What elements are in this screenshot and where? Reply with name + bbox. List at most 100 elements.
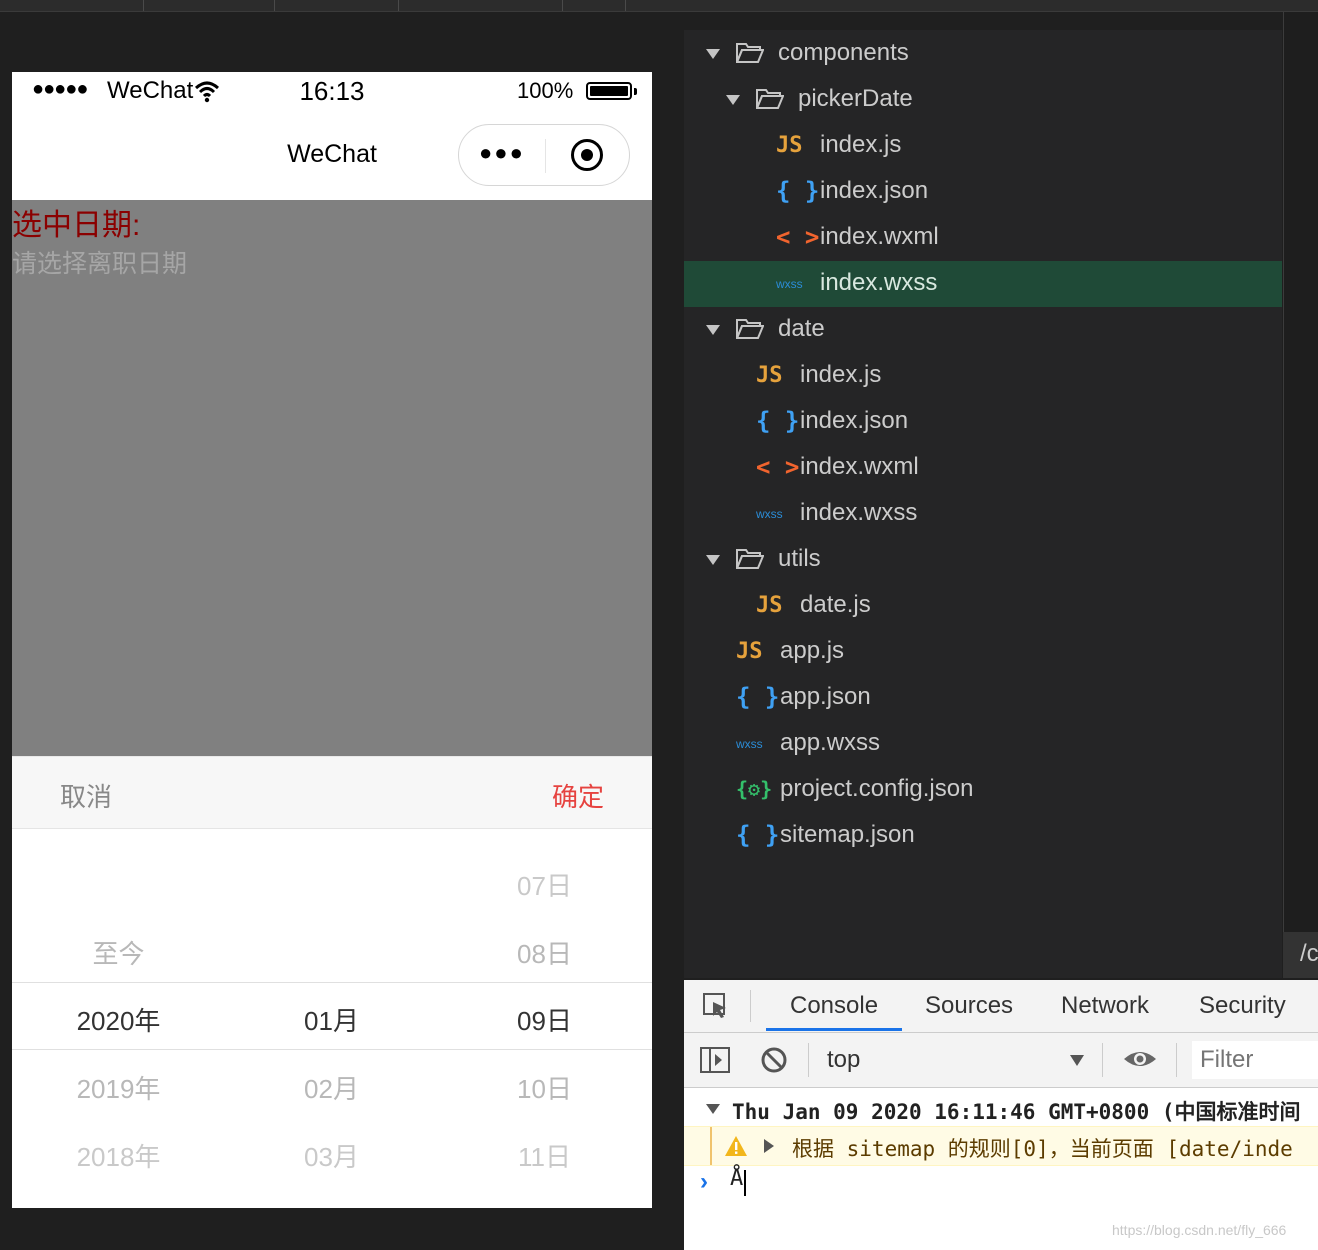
active-tab-indicator: [766, 1028, 902, 1031]
file-name: index.json: [820, 177, 929, 204]
tree-folder-row[interactable]: components: [684, 31, 1282, 77]
page-content: 选中日期: 请选择离职日期: [12, 200, 652, 756]
tree-file-row[interactable]: < > index.wxml: [684, 215, 1282, 261]
tree-file-row[interactable]: < > index.wxml: [684, 445, 1282, 491]
warning-message: 根据 sitemap 的规则[0]，当前页面 [date/inde: [792, 1137, 1293, 1161]
capsule-divider: [545, 139, 546, 173]
tree-file-row[interactable]: { } app.json: [684, 675, 1282, 721]
expand-caret-icon[interactable]: [726, 95, 740, 105]
folder-name: utils: [778, 545, 821, 572]
js-file-icon: JS: [776, 133, 803, 158]
selected-date-label: 选中日期:: [12, 209, 141, 242]
day-option[interactable]: 07日: [438, 866, 651, 903]
cancel-button[interactable]: 取消: [60, 777, 112, 814]
js-file-icon: JS: [756, 363, 783, 388]
expand-caret-icon[interactable]: [706, 555, 720, 565]
more-dots-icon[interactable]: ●●●: [479, 140, 525, 166]
tab-separator: [274, 0, 275, 11]
expand-caret-icon[interactable]: [706, 325, 720, 335]
toolbar-divider: [808, 1043, 809, 1077]
tree-folder-row[interactable]: date: [684, 307, 1282, 353]
expand-caret-icon[interactable]: [706, 49, 720, 59]
console-toolbar: top: [684, 1033, 1318, 1088]
tab-security[interactable]: Security: [1199, 992, 1286, 1020]
file-name: index.json: [800, 407, 909, 434]
clear-console-icon[interactable]: [760, 1046, 788, 1074]
tab-separator: [398, 0, 399, 11]
console-prompt-icon: ›: [700, 1168, 708, 1195]
battery-tip: [634, 88, 637, 95]
toolbar-divider: [750, 990, 751, 1022]
year-option[interactable]: 2018年: [12, 1137, 225, 1174]
folder-open-icon: [736, 549, 764, 569]
tab-sources[interactable]: Sources: [925, 992, 1013, 1020]
eye-icon[interactable]: [1122, 1047, 1158, 1071]
file-name: index.wxss: [800, 499, 918, 526]
tab-network[interactable]: Network: [1061, 992, 1149, 1020]
editor-strip-text: /c: [1300, 940, 1318, 967]
console-input[interactable]: Å: [730, 1166, 743, 1191]
tree-file-row[interactable]: wxss app.wxss: [684, 721, 1282, 767]
month-option-selected[interactable]: 01月: [225, 1001, 438, 1038]
sidebar-toggle-icon[interactable]: [700, 1047, 730, 1073]
file-name: sitemap.json: [780, 821, 915, 848]
tree-file-row[interactable]: wxss index.wxss: [684, 491, 1282, 537]
folder-name: components: [778, 39, 909, 66]
tab-separator: [143, 0, 144, 11]
date-placeholder[interactable]: 请选择离职日期: [12, 244, 187, 280]
file-explorer: components pickerDate JS index.js{ } index.j…: [684, 30, 1282, 978]
file-name: app.wxss: [780, 729, 881, 756]
folder-open-icon: [736, 43, 764, 63]
chevron-down-icon[interactable]: [1070, 1055, 1084, 1066]
json-file-icon: { }: [736, 683, 780, 711]
date-picker: 取消 确定 07日 至今 08日 2020年 01月 09日 2019年 02月…: [12, 756, 652, 1208]
inspect-element-icon[interactable]: [702, 992, 730, 1020]
month-option[interactable]: 03月: [225, 1137, 438, 1174]
file-name: index.js: [820, 131, 902, 158]
confirm-button[interactable]: 确定: [552, 777, 604, 814]
tree-file-row[interactable]: wxss index.wxss: [684, 261, 1282, 307]
year-option[interactable]: 至今: [12, 934, 225, 971]
day-option-selected[interactable]: 09日: [438, 1001, 651, 1038]
file-name: app.json: [780, 683, 871, 710]
context-selector[interactable]: top: [827, 1046, 860, 1074]
month-option[interactable]: 02月: [225, 1069, 438, 1106]
tree-file-row[interactable]: JS index.js: [684, 123, 1282, 169]
day-option[interactable]: 08日: [438, 934, 651, 971]
tree-file-row[interactable]: { } sitemap.json: [684, 813, 1282, 859]
tree-file-row[interactable]: { } index.json: [684, 169, 1282, 215]
json-file-icon: { }: [736, 821, 780, 849]
json-file-icon: { }: [756, 407, 800, 435]
json-file-icon: { }: [776, 177, 820, 205]
battery-percent: 100%: [517, 78, 574, 103]
collapse-caret-icon[interactable]: [706, 1104, 720, 1114]
tree-folder-row[interactable]: utils: [684, 537, 1282, 583]
day-option[interactable]: 10日: [438, 1069, 651, 1106]
tree-file-row[interactable]: { } index.json: [684, 399, 1282, 445]
year-option-selected[interactable]: 2020年: [12, 1001, 225, 1038]
year-option[interactable]: 2019年: [12, 1069, 225, 1106]
expand-caret-icon[interactable]: [764, 1139, 774, 1153]
log-message: Thu Jan 09 2020 16:11:46 GMT+0800 (中国标准时…: [732, 1100, 1301, 1124]
tree-file-row[interactable]: JS date.js: [684, 583, 1282, 629]
selection-line-bottom: [12, 1049, 652, 1050]
file-name: date.js: [800, 591, 871, 618]
tab-console[interactable]: Console: [790, 992, 878, 1020]
watermark-text: https://blog.csdn.net/fly_666: [1112, 1222, 1287, 1238]
warning-icon: [725, 1136, 747, 1156]
wxml-file-icon: < >: [756, 453, 800, 481]
filter-input[interactable]: [1192, 1041, 1318, 1079]
wxml-file-icon: < >: [776, 223, 820, 251]
tree-file-row[interactable]: JS app.js: [684, 629, 1282, 675]
folder-open-icon: [736, 319, 764, 339]
tree-file-row[interactable]: {⚙} project.config.json: [684, 767, 1282, 813]
close-capsule-icon[interactable]: [571, 139, 603, 171]
wxss-file-icon: wxss: [756, 507, 783, 521]
file-name: project.config.json: [780, 775, 974, 802]
tree-file-row[interactable]: JS index.js: [684, 353, 1282, 399]
toolbar-divider: [1176, 1043, 1177, 1077]
day-option[interactable]: 11日: [438, 1137, 651, 1174]
console-warning-entry: 根据 sitemap 的规则[0]，当前页面 [date/inde: [684, 1126, 1318, 1166]
devtools-panel: Console Sources Network Security top Thu…: [684, 980, 1318, 1250]
tree-folder-row[interactable]: pickerDate: [684, 77, 1282, 123]
